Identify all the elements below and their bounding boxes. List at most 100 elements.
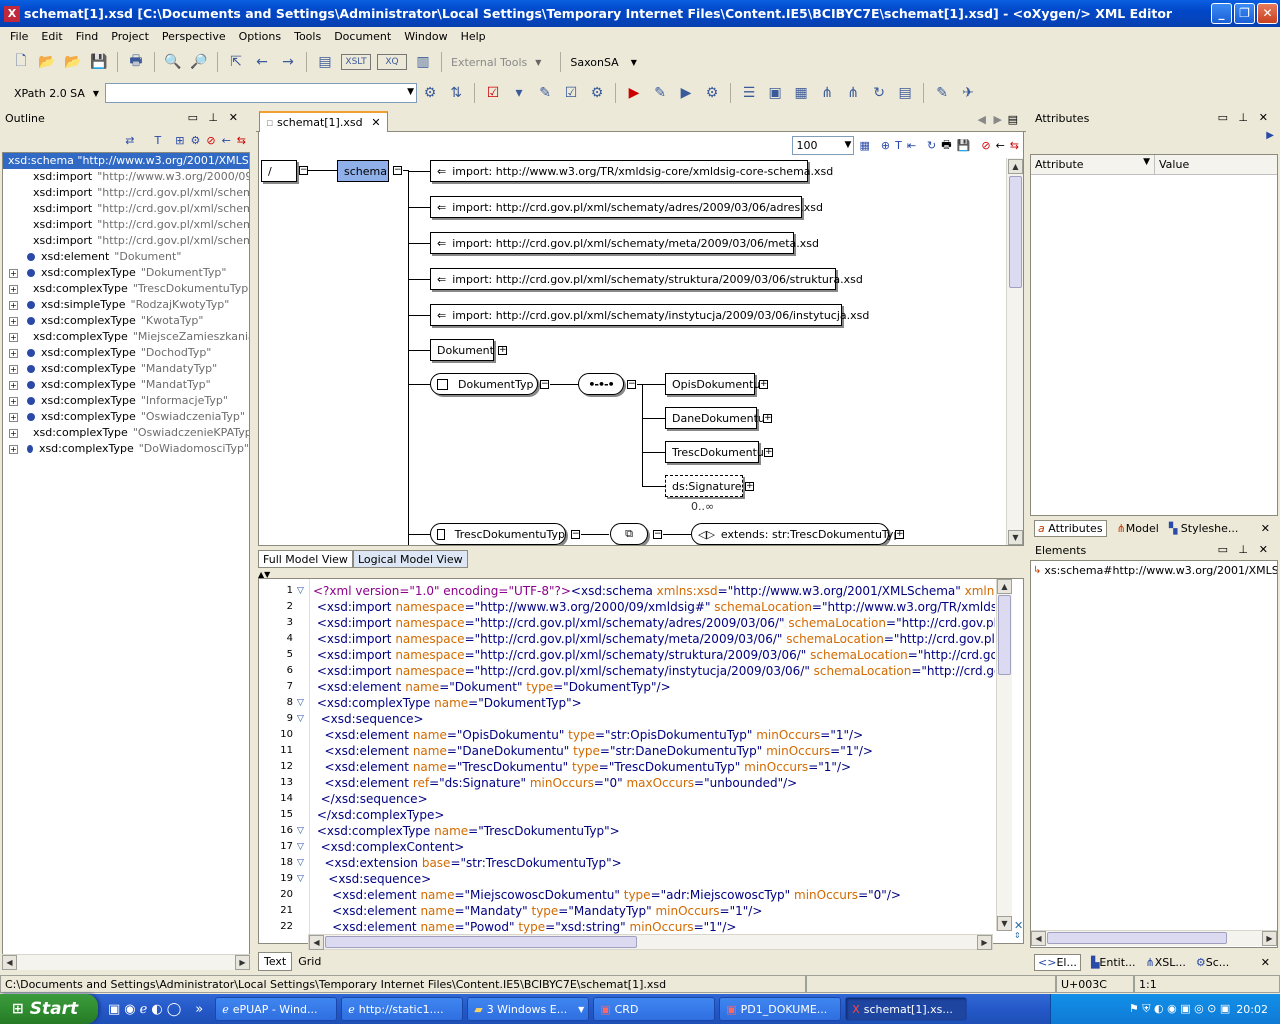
outline-item[interactable]: + xsd:complexType "DokumentTyp" xyxy=(3,265,249,281)
pin-icon[interactable]: ⊥ xyxy=(1238,111,1248,124)
tab-text[interactable]: Text xyxy=(258,952,293,971)
menu-document[interactable]: Document xyxy=(334,30,391,43)
chevron-down-icon[interactable]: ▼ xyxy=(535,58,541,67)
tray-icons[interactable]: ⚑ ⛨ ◐ ◉ ▣ ◎ ⊙ ▣ xyxy=(1129,1002,1230,1016)
xpath-version-select[interactable]: XPath 2.0 SA xyxy=(14,87,85,100)
back-icon[interactable]: ← xyxy=(996,139,1005,152)
code-hscroll[interactable]: ◀ ▶ xyxy=(308,934,993,950)
tab-xsl[interactable]: ⋔XSL... xyxy=(1146,956,1186,969)
tab-entities[interactable]: ▙Entit... xyxy=(1091,956,1136,969)
diagram-root-node[interactable]: / xyxy=(261,160,297,182)
settings-icon[interactable]: ⚙ xyxy=(587,83,607,103)
task-epuap[interactable]: ℯ ePUAP - Wind... xyxy=(215,997,338,1021)
minimize-icon[interactable]: ▭ xyxy=(1218,111,1228,124)
navigate-icon[interactable]: ⇤ xyxy=(907,139,916,152)
link-icon[interactable]: ⇆ xyxy=(1010,139,1019,152)
fold-icon[interactable]: ▽ xyxy=(297,839,304,855)
tab-attributes[interactable]: a Attributes xyxy=(1034,519,1107,537)
code-vscroll[interactable]: ▲ ▼ xyxy=(996,579,1012,931)
windows-icon[interactable]: ▥ xyxy=(413,52,433,72)
print-icon[interactable]: 🖶 xyxy=(941,136,951,155)
next-icon[interactable]: → xyxy=(278,52,298,72)
start-button[interactable]: ⊞ Start xyxy=(0,994,98,1024)
value-column-header[interactable]: Value xyxy=(1155,155,1193,174)
outline-item[interactable]: + xsd:complexType "DoWiadomosciTyp" xyxy=(3,441,249,457)
back-icon[interactable]: ← xyxy=(222,134,231,147)
open-file-icon[interactable]: 📂 xyxy=(37,52,57,72)
fold-icon[interactable]: ▽ xyxy=(297,823,304,839)
minimize-icon[interactable]: ▭ xyxy=(188,111,198,124)
sequence-compositor[interactable]: •-•-• xyxy=(578,373,624,395)
pin-icon[interactable]: ✈ xyxy=(958,83,978,103)
outline-item[interactable]: + xsd:complexType "TrescDokumentuTyp" xyxy=(3,281,249,297)
find-icon[interactable]: 🔍 xyxy=(163,52,183,72)
external-tools[interactable]: External Tools xyxy=(451,56,527,69)
tab-grid[interactable]: Grid xyxy=(296,952,323,971)
refresh-icon[interactable]: ↻ xyxy=(927,139,936,152)
minimize-icon[interactable]: ▭ xyxy=(1218,543,1228,556)
desktop-icon[interactable]: ▣ xyxy=(108,1002,120,1017)
outline-item[interactable]: xsd:import "http://crd.gov.pl/xml/schemat… xyxy=(3,217,249,233)
pin-icon[interactable]: ⊥ xyxy=(1238,543,1248,556)
opera-icon[interactable]: ◯ xyxy=(167,1002,182,1017)
expand-toggle-icon[interactable]: + xyxy=(9,380,18,390)
edit-icon[interactable]: ✎ xyxy=(932,83,952,103)
tab-next-icon[interactable]: ▶ xyxy=(994,113,1002,126)
code-editor[interactable]: 1 ▽ <?xml version="1.0" encoding="UTF-8"?>… xyxy=(258,578,1024,944)
check-wellformed-icon[interactable]: ✎ xyxy=(535,83,555,103)
menu-file[interactable]: File xyxy=(10,30,28,43)
diagram-vscroll[interactable]: ▲ ▼ xyxy=(1006,158,1023,545)
task-windows-explorer[interactable]: ▰ 3 Windows E... ▼ xyxy=(467,997,590,1021)
expand-toggle-icon[interactable]: + xyxy=(9,348,18,358)
task-crd[interactable]: ▣ CRD xyxy=(593,997,716,1021)
debug-icon[interactable]: ▶ xyxy=(676,83,696,103)
outline-item[interactable]: + xsd:complexType "InformacjeTyp" xyxy=(3,393,249,409)
complextype-trescdokumentutyp[interactable]: TrescDokumentuTyp xyxy=(430,523,566,545)
transformer-select[interactable]: SaxonSA xyxy=(570,56,618,69)
tab-list-icon[interactable]: ▤ xyxy=(1008,113,1018,126)
close-icon[interactable]: ✕ xyxy=(229,111,238,124)
task-oxygen[interactable]: Xschemat[1].xs... xyxy=(845,997,968,1021)
attribute-column-header[interactable]: Attribute ▼ xyxy=(1031,155,1155,174)
tab-stylesheets[interactable]: ▚ Styleshe... xyxy=(1169,522,1239,535)
expand-toggle-icon[interactable]: + xyxy=(9,396,18,406)
doc2-icon[interactable]: ▤ xyxy=(895,83,915,103)
chevron-right-icon[interactable]: » xyxy=(195,1002,203,1017)
menu-options[interactable]: Options xyxy=(239,30,281,43)
close-button[interactable]: ✕ xyxy=(1257,3,1278,24)
fold-icon[interactable]: ▽ xyxy=(297,711,304,727)
complex-content-node[interactable]: ⧉ xyxy=(610,523,648,545)
layout-icon[interactable]: ▦ xyxy=(859,139,869,152)
ie-icon[interactable]: ℯ xyxy=(140,1002,148,1017)
xpath-toggle-icon[interactable]: ⇅ xyxy=(446,83,466,103)
text-icon[interactable]: T xyxy=(155,134,162,147)
print-icon[interactable]: 🖶 xyxy=(126,52,146,72)
outline-item[interactable]: xsd:element "Dokument" xyxy=(3,249,249,265)
outline-item[interactable]: xsd:import "http://www.w3.org/2000/09/xn xyxy=(3,169,249,185)
find-files-icon[interactable]: 🔎 xyxy=(189,52,209,72)
fold-icon[interactable]: ▽ xyxy=(297,583,304,599)
maximize-button[interactable]: ❐ xyxy=(1234,3,1255,24)
stop-icon[interactable]: ⊘ xyxy=(206,134,215,147)
collapse-arrow-icon[interactable]: ▶ xyxy=(1266,130,1274,141)
tab-full-model-view[interactable]: Full Model View xyxy=(258,550,353,568)
nav-icon[interactable]: ⇕ xyxy=(1014,931,1021,940)
expand-toggle-icon[interactable]: + xyxy=(9,444,18,454)
menu-perspective[interactable]: Perspective xyxy=(162,30,226,43)
import-node[interactable]: ⇐ import: http://www.w3.org/TR/xmldsig-co… xyxy=(430,160,833,182)
validation-options-icon[interactable]: ☑ xyxy=(561,83,581,103)
outline-item[interactable]: + xsd:simpleType "RodzajKwotyTyp" xyxy=(3,297,249,313)
minimize-button[interactable]: _ xyxy=(1211,3,1232,24)
outline-item[interactable]: xsd:import "http://crd.gov.pl/xml/schemat… xyxy=(3,233,249,249)
chevron-down-icon[interactable]: ▼ xyxy=(631,58,637,67)
task-pd1[interactable]: ▣ PD1_DOKUME... xyxy=(719,997,842,1021)
expand-toggle-icon[interactable]: + xyxy=(9,300,18,310)
tab-scenarios[interactable]: ⚙Sc... xyxy=(1196,956,1229,969)
xq-icon[interactable]: XQ xyxy=(377,54,407,70)
scenario-icon[interactable]: ⚙ xyxy=(702,83,722,103)
outline-item[interactable]: + xsd:complexType "MandatyTyp" xyxy=(3,361,249,377)
complextype-dokumenttyp[interactable]: DokumentTyp xyxy=(430,373,538,395)
close-icon[interactable]: ✕ xyxy=(1259,111,1268,124)
refresh-icon[interactable]: ↻ xyxy=(869,83,889,103)
outline-item[interactable]: xsd:import "http://crd.gov.pl/xml/schemat… xyxy=(3,201,249,217)
